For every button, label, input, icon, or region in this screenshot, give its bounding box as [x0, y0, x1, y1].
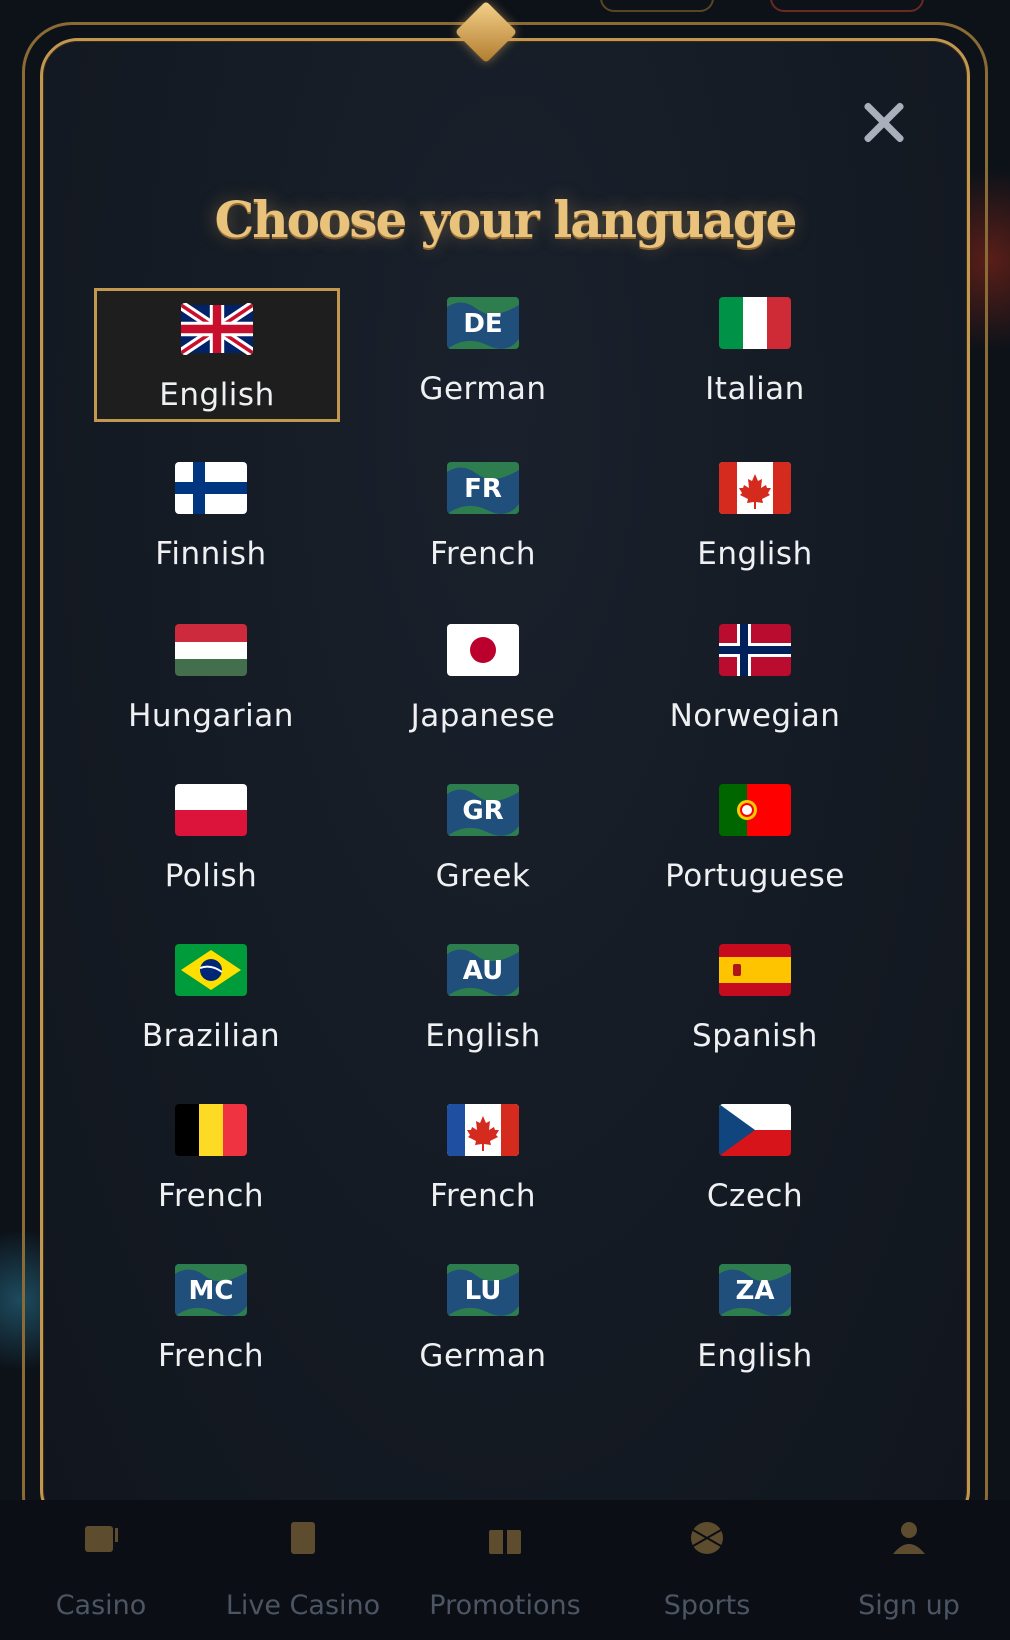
nav-label: Sports: [663, 1590, 751, 1621]
svg-text:FR: FR: [464, 474, 502, 504]
language-label: French: [157, 1338, 265, 1374]
svg-text:LU: LU: [465, 1276, 502, 1306]
language-option-japanese[interactable]: Japanese: [360, 612, 606, 746]
language-option-french-fr[interactable]: FR French: [360, 450, 606, 584]
language-label: Portuguese: [665, 858, 845, 894]
gift-icon: [489, 1524, 521, 1554]
nav-sports[interactable]: Sports: [606, 1500, 808, 1640]
cards-icon: [291, 1522, 315, 1554]
au-badge-flag-icon: AU: [447, 944, 519, 996]
language-label: Polish: [164, 858, 258, 894]
language-label: German: [419, 1338, 547, 1374]
gr-badge-flag-icon: GR: [447, 784, 519, 836]
svg-text:AU: AU: [463, 956, 503, 986]
language-option-norwegian[interactable]: Norwegian: [632, 612, 878, 746]
language-label: Italian: [705, 371, 805, 407]
belgium-flag-icon: [175, 1104, 247, 1156]
svg-text:GR: GR: [462, 796, 503, 826]
language-label: English: [697, 1338, 813, 1374]
nav-live-casino[interactable]: Live Casino: [202, 1500, 404, 1640]
language-label: Brazilian: [141, 1018, 281, 1054]
fr-badge-flag-icon: FR: [447, 462, 519, 514]
za-badge-flag-icon: ZA: [719, 1264, 791, 1316]
svg-text:DE: DE: [463, 309, 502, 339]
language-option-french-ca[interactable]: French: [360, 1092, 606, 1226]
language-option-hungarian[interactable]: Hungarian: [88, 612, 334, 746]
language-label: French: [157, 1178, 265, 1214]
hungary-flag-icon: [175, 624, 247, 676]
svg-text:ZA: ZA: [736, 1276, 775, 1306]
japan-flag-icon: [447, 624, 519, 676]
language-label: Hungarian: [128, 698, 294, 734]
nav-label: Sign up: [858, 1590, 960, 1621]
language-option-spanish[interactable]: Spanish: [632, 932, 878, 1066]
portugal-flag-icon: [719, 784, 791, 836]
finland-flag-icon: [175, 462, 247, 514]
norway-flag-icon: [719, 624, 791, 676]
spain-flag-icon: [719, 944, 791, 996]
slot-machine-icon: [85, 1526, 118, 1552]
svg-text:MC: MC: [189, 1276, 234, 1306]
language-option-english-za[interactable]: ZA English: [632, 1252, 878, 1386]
language-label: Norwegian: [669, 698, 841, 734]
language-option-english-au[interactable]: AU English: [360, 932, 606, 1066]
language-option-french-be[interactable]: French: [88, 1092, 334, 1226]
language-option-brazilian[interactable]: Brazilian: [88, 932, 334, 1066]
poland-flag-icon: [175, 784, 247, 836]
language-option-english-ca[interactable]: English: [632, 450, 878, 584]
language-label: Japanese: [410, 698, 556, 734]
language-option-italian[interactable]: Italian: [632, 285, 878, 419]
language-option-english-uk[interactable]: English: [94, 288, 340, 422]
lu-badge-flag-icon: LU: [447, 1264, 519, 1316]
mc-badge-flag-icon: MC: [175, 1264, 247, 1316]
language-option-polish[interactable]: Polish: [88, 772, 334, 906]
canada-flag-icon: [447, 1104, 519, 1156]
canada-flag-icon: [719, 462, 791, 514]
language-label: French: [429, 536, 537, 572]
language-label: English: [425, 1018, 541, 1054]
czech-flag-icon: [719, 1104, 791, 1156]
language-option-french-mc[interactable]: MC French: [88, 1252, 334, 1386]
nav-promotions[interactable]: Promotions: [404, 1500, 606, 1640]
brazil-flag-icon: [175, 944, 247, 996]
language-label: Greek: [435, 858, 531, 894]
nav-casino[interactable]: Casino: [0, 1500, 202, 1640]
user-icon: [893, 1522, 925, 1554]
language-label: English: [697, 536, 813, 572]
language-label: French: [429, 1178, 537, 1214]
nav-label: Casino: [55, 1590, 147, 1621]
language-option-czech[interactable]: Czech: [632, 1092, 878, 1226]
ball-icon: [691, 1522, 723, 1554]
italy-flag-icon: [719, 297, 791, 349]
language-option-greek[interactable]: GR Greek: [360, 772, 606, 906]
nav-sign-up[interactable]: Sign up: [808, 1500, 1010, 1640]
language-option-portuguese[interactable]: Portuguese: [632, 772, 878, 906]
language-label: Czech: [706, 1178, 804, 1214]
language-option-german-de[interactable]: DE German: [360, 285, 606, 419]
language-label: Finnish: [155, 536, 267, 572]
language-label: Spanish: [692, 1018, 818, 1054]
language-option-german-lu[interactable]: LU German: [360, 1252, 606, 1386]
language-option-finnish[interactable]: Finnish: [88, 450, 334, 584]
uk-flag-icon: [181, 303, 253, 355]
bottom-navigation: Casino Live Casino Promotions Sports Sig…: [0, 1500, 1010, 1640]
language-label: German: [419, 371, 547, 407]
nav-label: Promotions: [429, 1590, 581, 1621]
nav-label: Live Casino: [225, 1590, 381, 1621]
de-badge-flag-icon: DE: [447, 297, 519, 349]
language-grid: English DE German Italian Finnish FR Fre…: [0, 0, 1010, 1640]
language-label: English: [159, 377, 275, 413]
